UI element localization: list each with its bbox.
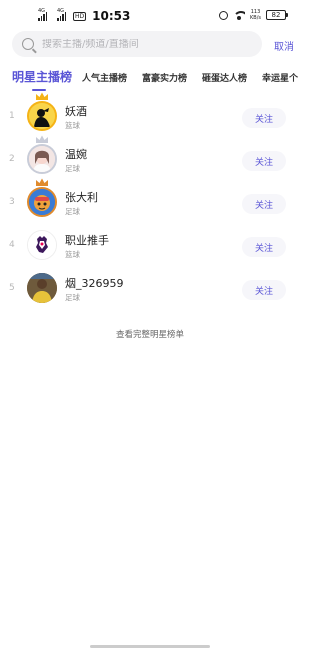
anchor-category: 足球 [65, 207, 80, 216]
ranking-tabs: 明星主播榜 人气主播榜 富豪实力榜 砸蛋达人榜 幸运星个 [0, 67, 300, 93]
search-icon [22, 38, 34, 50]
signal-label: 4G [38, 8, 46, 14]
rank-number: 1 [9, 111, 15, 121]
clock: 10:53 [92, 9, 131, 23]
signal-icon: 4G [38, 8, 48, 21]
gold-crown-icon [36, 92, 48, 100]
signal-label-2: 4G [57, 8, 65, 14]
girl-avatar-icon [27, 144, 57, 174]
alarm-icon [219, 10, 228, 20]
rank-number: 3 [9, 197, 15, 207]
net-speed: 113 KB/s [250, 9, 261, 21]
tab-egg-smasher[interactable]: 砸蛋达人榜 [202, 71, 247, 84]
anchor-name: 职业推手 [65, 234, 109, 247]
bronze-crown-icon [36, 178, 48, 186]
avatar[interactable] [27, 178, 57, 217]
list-item[interactable]: 5 烟_326959 足球 关注 [0, 270, 300, 310]
silver-crown-icon [36, 135, 48, 143]
signal-icon-2: 4G [57, 8, 67, 21]
anchor-category: 篮球 [65, 250, 80, 259]
anchor-category: 足球 [65, 293, 80, 302]
view-full-ranking-link[interactable]: 查看完整明星榜单 [0, 328, 300, 340]
premier-league-logo-icon [27, 230, 57, 260]
list-item[interactable]: 3 张大利 足球 关注 [0, 178, 300, 224]
list-item[interactable]: 4 职业推手 篮球 关注 [0, 227, 300, 267]
list-item[interactable]: 1 妖酒 篮球 关注 [0, 92, 300, 138]
follow-button[interactable]: 关注 [242, 237, 286, 257]
status-bar: 4G 4G HD 10:53 113 KB/s 82 [0, 0, 300, 30]
anchor-name: 温婉 [65, 148, 87, 161]
search-bar[interactable] [12, 31, 262, 57]
status-right: 113 KB/s 82 [219, 9, 288, 21]
wifi-icon [233, 10, 245, 20]
battery-icon: 82 [266, 10, 288, 20]
cancel-button[interactable]: 取消 [274, 38, 294, 53]
silhouette-avatar-icon [27, 101, 57, 131]
avatar[interactable] [27, 135, 57, 174]
follow-button[interactable]: 关注 [242, 151, 286, 171]
hd-badge: HD [73, 11, 87, 21]
avatar[interactable] [27, 230, 57, 260]
rank-number: 5 [9, 283, 15, 293]
rank-number: 2 [9, 154, 15, 164]
anchor-category: 篮球 [65, 121, 80, 130]
anchor-name: 张大利 [65, 191, 98, 204]
cartoon-avatar-icon [27, 187, 57, 217]
avatar[interactable] [27, 273, 57, 303]
tab-popular-anchor[interactable]: 人气主播榜 [82, 71, 127, 84]
search-input[interactable] [42, 38, 232, 50]
photo-avatar-icon [27, 273, 57, 303]
list-item[interactable]: 2 温婉 足球 关注 [0, 135, 300, 181]
anchor-category: 足球 [65, 164, 80, 173]
tab-lucky-star[interactable]: 幸运星个 [262, 71, 298, 84]
rank-number: 4 [9, 240, 15, 250]
follow-button[interactable]: 关注 [242, 108, 286, 128]
avatar[interactable] [27, 92, 57, 131]
anchor-name: 烟_326959 [65, 277, 124, 290]
status-left: 4G 4G HD 10:53 [38, 8, 131, 23]
anchor-name: 妖酒 [65, 105, 87, 118]
net-speed-unit: KB/s [250, 15, 261, 21]
tab-star-anchor[interactable]: 明星主播榜 [12, 68, 72, 85]
home-indicator[interactable] [90, 645, 210, 648]
tab-wealth[interactable]: 富豪实力榜 [142, 71, 187, 84]
active-tab-indicator [32, 89, 46, 91]
follow-button[interactable]: 关注 [242, 280, 286, 300]
follow-button[interactable]: 关注 [242, 194, 286, 214]
